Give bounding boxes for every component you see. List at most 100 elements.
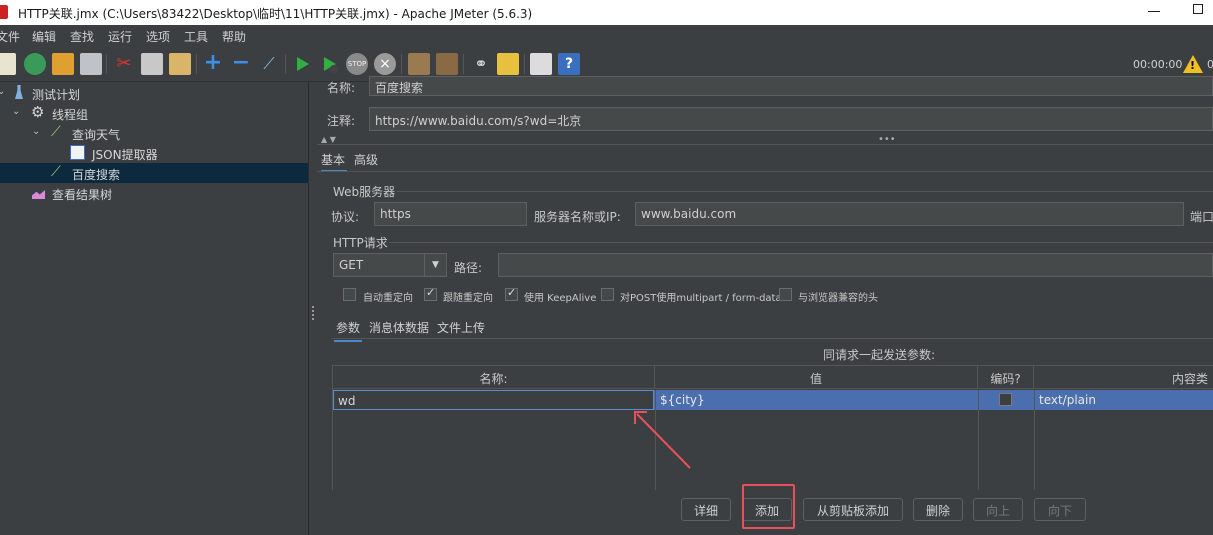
annotation-arrow bbox=[634, 411, 691, 469]
clear-icon[interactable] bbox=[408, 53, 430, 75]
collapse-icon[interactable]: − bbox=[230, 52, 252, 75]
tree-label: 测试计划 bbox=[32, 88, 81, 102]
add-from-clipboard-button[interactable]: 从剪贴板添加 bbox=[803, 498, 903, 521]
params-table: 名称: 值 编码? 内容类型 wd ${city} text/plain bbox=[332, 365, 1213, 490]
method-value: GET bbox=[339, 258, 364, 272]
divider bbox=[317, 171, 1213, 172]
elapsed-timer: 00:00:00 bbox=[1133, 58, 1183, 71]
group-border bbox=[389, 242, 1213, 243]
menu-search[interactable]: 查找 bbox=[70, 28, 94, 45]
flask-icon bbox=[12, 85, 27, 100]
function-helper-icon[interactable] bbox=[530, 53, 552, 75]
toolbar-separator bbox=[401, 54, 402, 74]
menu-help[interactable]: 帮助 bbox=[222, 28, 246, 45]
tree-label: 查询天气 bbox=[72, 128, 121, 142]
comment-label: 注释: bbox=[327, 114, 356, 128]
templates-icon[interactable] bbox=[24, 53, 46, 75]
toolbar-separator bbox=[524, 54, 525, 74]
method-select[interactable]: GET ▼ bbox=[333, 253, 447, 277]
column-header-value[interactable]: 值 bbox=[655, 365, 978, 389]
move-down-button[interactable]: 向下 bbox=[1034, 498, 1086, 521]
tab-file-upload[interactable]: 文件上传 bbox=[437, 319, 485, 336]
menu-run[interactable]: 运行 bbox=[108, 28, 132, 45]
path-field[interactable] bbox=[498, 253, 1213, 277]
paste-icon[interactable] bbox=[169, 53, 191, 75]
tree-node-baidu-sampler[interactable]: ⟋ 百度搜索 bbox=[0, 163, 308, 183]
new-icon[interactable] bbox=[0, 53, 16, 75]
follow-redirect-checkbox[interactable] bbox=[424, 286, 437, 301]
stop-icon[interactable]: STOP bbox=[346, 53, 368, 75]
divider bbox=[317, 144, 1213, 145]
pipette-icon: ⟋ bbox=[51, 164, 61, 180]
param-name-cell[interactable]: wd bbox=[333, 390, 654, 410]
help-icon[interactable]: ? bbox=[558, 53, 580, 75]
detail-button[interactable]: 详细 bbox=[681, 498, 731, 521]
browser-headers-checkbox[interactable] bbox=[779, 288, 792, 301]
toggle-icon[interactable]: ⟋ bbox=[258, 53, 280, 75]
chevron-down-icon[interactable]: ⌄ bbox=[32, 126, 40, 137]
move-up-button[interactable]: 向上 bbox=[973, 498, 1023, 521]
search-icon[interactable]: ⚭ bbox=[470, 53, 492, 75]
annotation-highlight-box bbox=[742, 484, 795, 529]
column-header-name[interactable]: 名称: bbox=[333, 365, 655, 389]
document-icon bbox=[70, 145, 85, 160]
param-encode-checkbox[interactable] bbox=[999, 393, 1012, 406]
open-icon[interactable] bbox=[52, 53, 74, 75]
expand-icon[interactable]: + bbox=[202, 52, 224, 75]
test-plan-tree: ⌄ 测试计划 ⌄ ⚙ 线程组 ⌄ ⟋ 查询天气 JSON提取器 ⟋ 百度搜索 查… bbox=[0, 82, 308, 535]
sampler-editor: 名称: 百度搜索 注释: https://www.baidu.com/s?wd=… bbox=[317, 76, 1213, 535]
name-field[interactable]: 百度搜索 bbox=[369, 76, 1213, 96]
web-server-title: Web服务器 bbox=[333, 185, 396, 199]
splitter-grip[interactable] bbox=[312, 306, 315, 320]
reset-search-icon[interactable] bbox=[497, 53, 519, 75]
keepalive-checkbox[interactable] bbox=[505, 286, 518, 301]
column-header-content-type[interactable]: 内容类型 bbox=[1034, 365, 1213, 403]
protocol-field[interactable]: https bbox=[374, 202, 527, 226]
column-header-encode[interactable]: 编码? bbox=[978, 365, 1034, 389]
tree-node-test-plan[interactable]: ⌄ 测试计划 bbox=[0, 83, 308, 103]
copy-icon[interactable] bbox=[141, 53, 163, 75]
minimize-button[interactable] bbox=[1148, 11, 1160, 12]
menu-options[interactable]: 选项 bbox=[146, 28, 170, 45]
tab-body-data[interactable]: 消息体数据 bbox=[369, 319, 429, 336]
chevron-down-icon[interactable]: ⌄ bbox=[12, 106, 20, 117]
param-value-cell[interactable]: ${city} bbox=[656, 390, 976, 410]
toolbar-separator bbox=[106, 54, 107, 74]
tab-basic[interactable]: 基本 bbox=[321, 151, 348, 172]
maximize-button[interactable] bbox=[1193, 4, 1203, 14]
gear-icon: ⚙ bbox=[31, 103, 45, 121]
collapse-arrows[interactable]: ▲ ▼ bbox=[321, 135, 336, 144]
clear-all-icon[interactable] bbox=[436, 53, 458, 75]
menu-edit[interactable]: 编辑 bbox=[32, 28, 56, 45]
start-no-pause-icon[interactable] bbox=[319, 53, 341, 75]
tree-label: JSON提取器 bbox=[92, 148, 158, 162]
shutdown-icon[interactable]: × bbox=[374, 53, 396, 75]
start-icon[interactable] bbox=[292, 53, 314, 75]
follow-redirect-label: 跟随重定向 bbox=[443, 293, 493, 304]
path-label: 路径: bbox=[454, 261, 483, 275]
tree-node-results-tree[interactable]: 查看结果树 bbox=[0, 183, 308, 203]
chevron-down-icon[interactable]: ▼ bbox=[424, 254, 446, 276]
save-icon[interactable] bbox=[80, 53, 102, 75]
tab-advanced[interactable]: 高级 bbox=[354, 151, 378, 168]
multipart-label: 对POST使用multipart / form-data bbox=[620, 293, 782, 304]
warning-icon[interactable]: ! bbox=[1183, 55, 1203, 73]
panel-splitter[interactable] bbox=[308, 82, 317, 535]
tree-node-weather-sampler[interactable]: ⌄ ⟋ 查询天气 bbox=[0, 123, 308, 143]
server-field[interactable]: www.baidu.com bbox=[635, 202, 1184, 226]
auto-redirect-checkbox[interactable] bbox=[343, 288, 356, 301]
chevron-down-icon[interactable]: ⌄ bbox=[0, 86, 5, 97]
chart-icon bbox=[31, 185, 46, 200]
menu-tools[interactable]: 工具 bbox=[184, 28, 208, 45]
comment-field[interactable]: https://www.baidu.com/s?wd=北京 bbox=[369, 107, 1213, 131]
column-divider bbox=[1034, 390, 1035, 490]
column-divider bbox=[978, 390, 979, 490]
tree-node-json-extractor[interactable]: JSON提取器 bbox=[0, 143, 308, 163]
cut-icon[interactable]: ✂ bbox=[113, 53, 135, 75]
delete-button[interactable]: 删除 bbox=[913, 498, 963, 521]
multipart-checkbox[interactable] bbox=[601, 288, 614, 301]
tree-node-thread-group[interactable]: ⌄ ⚙ 线程组 bbox=[0, 103, 308, 123]
group-border bbox=[397, 191, 1213, 192]
param-content-type-cell[interactable]: text/plain bbox=[1035, 390, 1213, 410]
menu-file[interactable]: 文件 bbox=[0, 28, 20, 45]
